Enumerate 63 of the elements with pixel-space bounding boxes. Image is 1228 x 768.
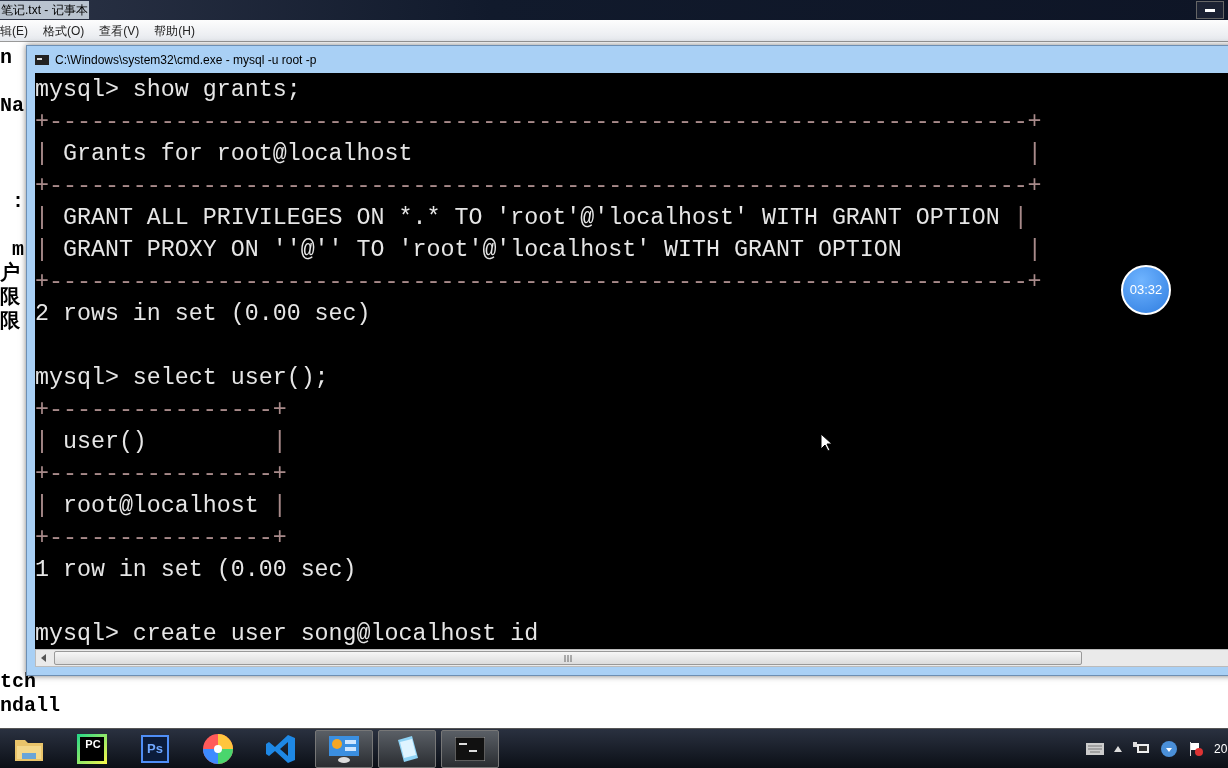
console-icon	[35, 54, 49, 65]
mouse-cursor-icon	[820, 433, 832, 452]
flag-icon[interactable]	[1188, 740, 1204, 757]
table-border: +----------------+	[35, 524, 287, 553]
text-line: 限	[0, 310, 20, 334]
text-line: tch	[0, 670, 36, 694]
taskbar-button[interactable]	[315, 729, 373, 768]
clock-text[interactable]: 20	[1214, 739, 1228, 758]
show-hidden-icon[interactable]	[1114, 745, 1122, 752]
table-border: |	[272, 428, 287, 457]
grip-icon	[564, 654, 572, 662]
colorwheel-icon	[202, 732, 234, 765]
menu-item[interactable]: 辑(E)	[0, 21, 28, 40]
table-border: |	[35, 204, 49, 233]
vscode-icon	[265, 732, 297, 765]
scroll-thumb[interactable]	[54, 651, 1082, 665]
table-border: +----------------+	[35, 396, 287, 425]
control-panel-icon	[328, 733, 360, 764]
minimize-icon	[1205, 8, 1215, 12]
terminal-icon	[455, 736, 485, 761]
download-icon[interactable]	[1160, 739, 1178, 758]
table-cell-text: user()	[61, 428, 148, 457]
table-border: |	[272, 492, 287, 521]
table-border: |	[35, 140, 49, 169]
table-border: +----------------------------------------------------------------------+	[35, 108, 1042, 137]
taskbar-button[interactable]: PC	[63, 729, 121, 768]
table-cell-text: GRANT PROXY ON ''@'' TO 'root'@'localhost' WITH GRANT OPTION	[61, 236, 903, 265]
table-cell-text: Grants for root@localhost	[61, 140, 414, 169]
table-cell-text: GRANT ALL PRIVILEGES ON *.* TO 'root'@'localhost' WITH GRANT OPTION	[61, 204, 1001, 233]
table-border: |	[35, 492, 49, 521]
text-line: :	[11, 190, 24, 214]
table-cell-text: root@localhost	[61, 492, 260, 521]
menu-item[interactable]: 帮助(H)	[154, 21, 195, 40]
keyboard-icon[interactable]	[1086, 742, 1104, 755]
table-border: |	[1013, 204, 1028, 233]
text-line: m	[11, 238, 24, 261]
console-line: mysql> select user();	[35, 364, 329, 393]
minimize-button[interactable]	[1196, 1, 1224, 19]
table-border: +----------------+	[35, 460, 287, 489]
table-border: |	[1027, 236, 1042, 265]
pycharm-logo: PC	[77, 733, 107, 764]
console-line: 1 row in set (0.00 sec)	[35, 556, 357, 585]
table-border: |	[35, 236, 49, 265]
table-border: +----------------------------------------------------------------------+	[35, 172, 1042, 201]
taskbar-button[interactable]: Ps	[126, 729, 184, 768]
console-line: mysql> create user song@localhost id	[35, 620, 539, 649]
photoshop-logo: Ps	[141, 734, 169, 763]
menu-item[interactable]: 查看(V)	[99, 21, 140, 40]
window-title: 笔记.txt - 记事本	[0, 1, 89, 19]
text-line: Na	[0, 94, 24, 118]
text-line: 户	[0, 262, 20, 286]
horizontal-scrollbar[interactable]	[35, 649, 1228, 667]
text-line: ndall	[0, 694, 60, 718]
console-line: mysql> show grants;	[35, 76, 301, 105]
table-border: |	[35, 428, 49, 457]
table-border: |	[1027, 140, 1042, 169]
menu-item[interactable]: 格式(O)	[43, 21, 85, 40]
taskbar-button[interactable]	[378, 729, 436, 768]
console-line: 2 rows in set (0.00 sec)	[35, 300, 371, 329]
table-border: +----------------------------------------------------------------------+	[35, 268, 1042, 297]
window-title: C:\Windows\system32\cmd.exe - mysql -u root -p	[55, 51, 317, 69]
text-line: n	[0, 46, 12, 70]
text-line: 限	[0, 286, 20, 310]
